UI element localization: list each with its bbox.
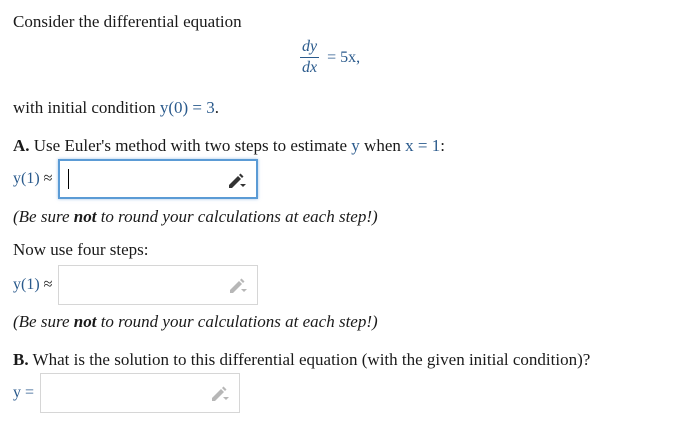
approx-symbol: ≈ (39, 276, 53, 293)
part-a-math-x: x = 1 (405, 136, 441, 155)
note2-pre: (Be sure (13, 312, 74, 331)
part-a-var-y: y (351, 136, 360, 155)
equation-rhs: = 5x, (327, 48, 361, 66)
text-caret (68, 169, 70, 189)
fraction-numerator: dy (302, 38, 318, 55)
answer-row-solution: y = (13, 373, 241, 413)
answer1-input[interactable] (64, 164, 219, 196)
answer1-label-math: y(1) (13, 170, 40, 187)
part-a-colon: : (440, 136, 445, 155)
part-a-letter: A. (13, 136, 30, 155)
answer3-input[interactable] (45, 377, 200, 409)
fraction-denominator: dx (302, 59, 318, 76)
approx-symbol: ≈ (39, 170, 53, 187)
answer-row-four-steps: y(1) ≈ (13, 265, 259, 305)
part-b-text: What is the solution to this differentia… (28, 350, 591, 369)
answer2-input[interactable] (63, 269, 218, 301)
initial-condition-math: y(0) = 3 (159, 98, 215, 117)
part-a-when: when (359, 136, 406, 155)
four-steps-text: Now use four steps: (13, 240, 149, 259)
fraction-bar (300, 57, 320, 58)
answer2-label-math: y(1) (13, 276, 40, 293)
derivative-fraction: dy dx (300, 38, 320, 77)
part-a-question: A. Use Euler's method with two steps to … (13, 136, 445, 156)
answer3-label: y = (13, 384, 35, 401)
note-no-rounding-1: (Be sure not to round your calculations … (13, 207, 378, 227)
answer2-label: y(1) ≈ (13, 276, 52, 294)
pencil-icon[interactable] (226, 171, 247, 189)
initial-condition-prefix: with initial condition (13, 98, 160, 117)
note1-bold: not (73, 207, 97, 226)
part-a-text: Use Euler's method with two steps to est… (29, 136, 352, 155)
answer-row-two-steps: y(1) ≈ (13, 159, 259, 199)
answer3-input-box[interactable] (40, 373, 241, 413)
answer1-input-box[interactable] (58, 159, 259, 199)
note-no-rounding-2: (Be sure not to round your calculations … (13, 312, 378, 332)
note2-bold: not (73, 312, 97, 331)
answer1-label: y(1) ≈ (13, 170, 52, 188)
answer2-input-box[interactable] (58, 265, 259, 305)
initial-condition-suffix: . (214, 98, 220, 117)
initial-condition: with initial condition y(0) = 3. (13, 98, 219, 118)
pencil-icon[interactable] (227, 276, 248, 294)
pencil-icon[interactable] (209, 384, 230, 402)
differential-equation: dy dx = 5x, (300, 38, 360, 77)
note2-post: to round your calculations at each step!… (96, 312, 378, 331)
part-b-letter: B. (13, 350, 29, 369)
part-b-question: B. What is the solution to this differen… (13, 350, 590, 370)
intro-text: Consider the differential equation (13, 12, 242, 31)
note1-post: to round your calculations at each step!… (96, 207, 378, 226)
note1-pre: (Be sure (13, 207, 74, 226)
